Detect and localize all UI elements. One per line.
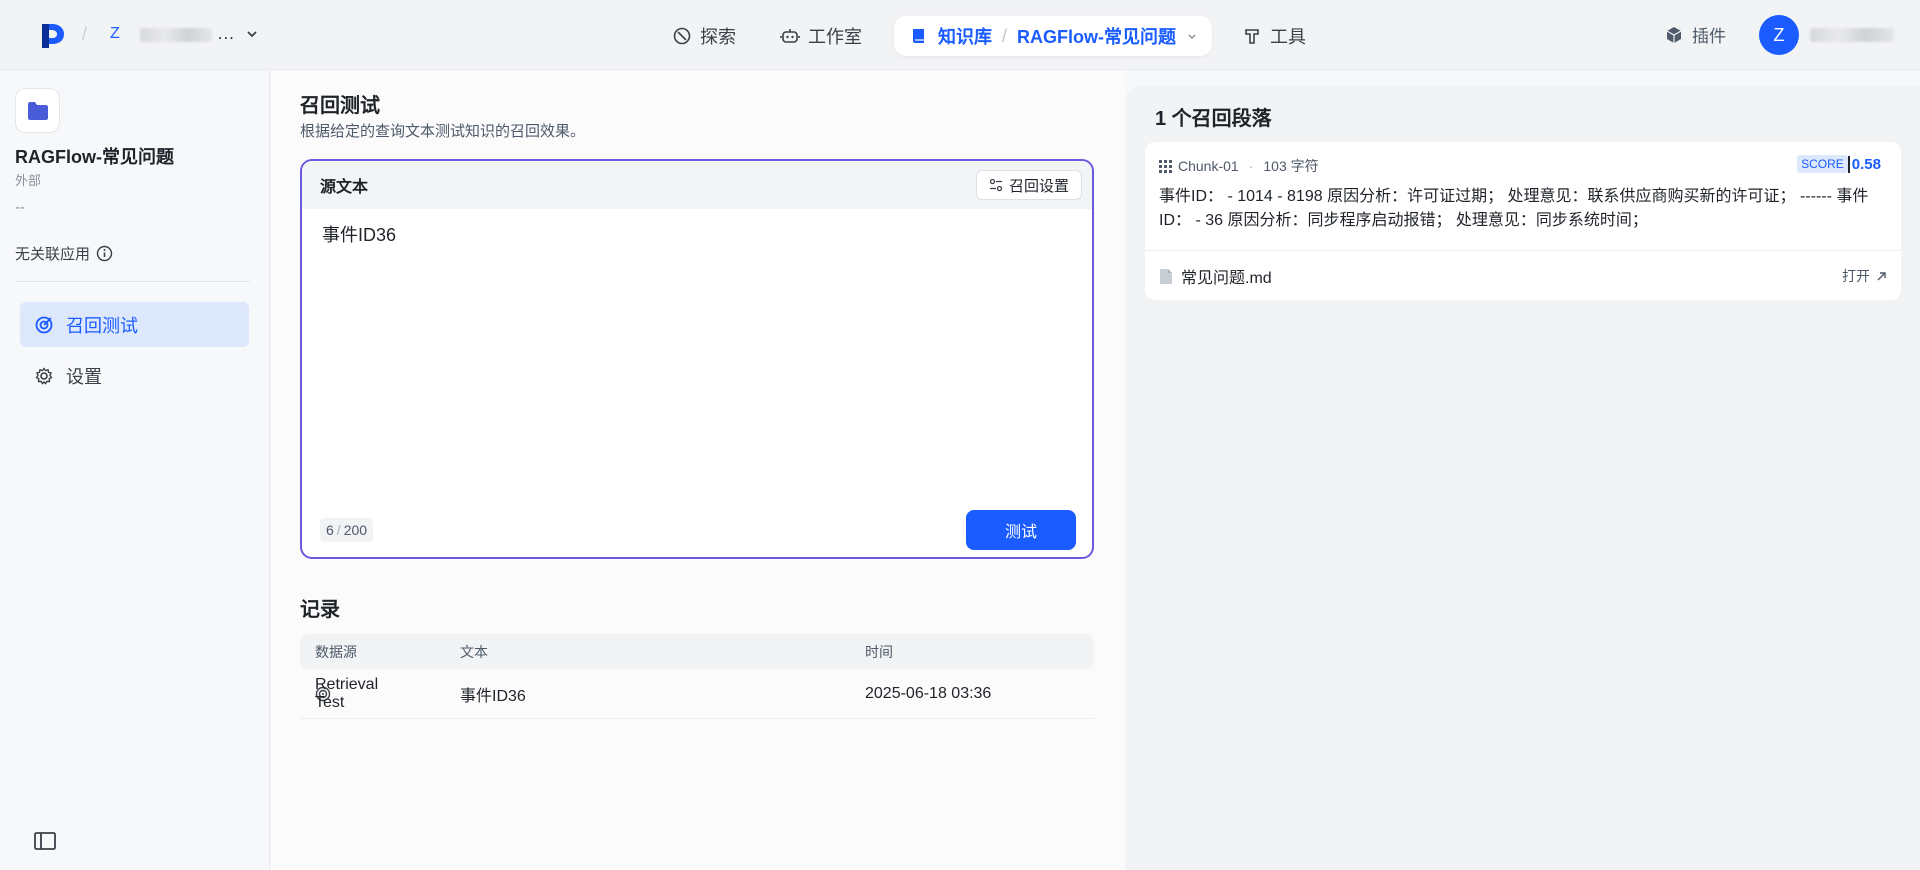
kb-linked-apps: 无关联应用 xyxy=(15,243,113,264)
gear-icon xyxy=(35,366,53,385)
chunk-file-name: 常见问题.md xyxy=(1181,270,1272,287)
app-logo-icon[interactable] xyxy=(40,22,66,50)
redacted-workspace-name xyxy=(140,27,212,42)
chevron-down-icon[interactable] xyxy=(244,26,260,42)
results-panel: 1 个召回段落 Chunk-01 · 103 字符 SCORE 0.58 事件I… xyxy=(1126,86,1920,870)
nav-tools-label: 工具 xyxy=(1270,27,1306,47)
workspace-switcher[interactable]: ... xyxy=(140,24,235,44)
recall-settings-button[interactable]: 召回设置 xyxy=(975,170,1082,200)
open-button[interactable]: 打开 xyxy=(1842,266,1887,286)
open-label: 打开 xyxy=(1842,268,1870,284)
nav-tools[interactable]: 工具 xyxy=(1242,16,1306,56)
explore-icon xyxy=(673,27,691,45)
score-label: SCORE xyxy=(1797,155,1848,173)
score-value: 0.58 xyxy=(1847,155,1881,173)
records-table: 数据源 文本 时间 Retrieval Test 事件ID36 2025-06-… xyxy=(300,634,1094,719)
arrow-up-right-icon xyxy=(1877,271,1886,280)
chunk-card[interactable]: Chunk-01 · 103 字符 SCORE 0.58 事件ID： - 101… xyxy=(1145,142,1901,300)
kb-linked-apps-label: 无关联应用 xyxy=(15,246,91,263)
nav-kb-separator: / xyxy=(1002,25,1008,46)
robot-icon xyxy=(780,29,800,43)
sliders-icon xyxy=(989,178,1003,192)
tools-icon xyxy=(1245,29,1259,44)
source-text-label: 源文本 xyxy=(320,179,369,196)
record-source-label: Retrieval Test xyxy=(315,675,379,711)
workspace-initial: Z xyxy=(110,25,120,42)
chunk-divider xyxy=(1145,250,1901,251)
record-time: 2025-06-18 03:36 xyxy=(865,684,992,702)
page-title: 召回测试 xyxy=(300,95,380,117)
results-title: 1 个召回段落 xyxy=(1155,108,1272,130)
source-text-card: 源文本 召回设置 事件ID36 6 / 200 测试 xyxy=(300,159,1094,559)
chunk-footer: 常见问题.md 打开 xyxy=(1159,264,1887,288)
workspace-name-suffix: ... xyxy=(217,24,235,43)
info-icon[interactable] xyxy=(96,245,113,262)
record-text: 事件ID36 xyxy=(460,687,526,705)
source-text-header: 源文本 召回设置 xyxy=(302,161,1092,209)
main-content: 召回测试 根据给定的查询文本测试知识的召回效果。 源文本 召回设置 事件ID36… xyxy=(271,71,1125,870)
char-counter-separator: / xyxy=(336,522,341,538)
score-badge: SCORE 0.58 xyxy=(1797,155,1881,173)
plugin-button[interactable]: 插件 xyxy=(1664,22,1726,47)
nav-explore[interactable]: 探索 xyxy=(672,16,736,56)
sidebar-item-label: 召回测试 xyxy=(66,315,138,336)
kb-type: 外部 xyxy=(15,173,42,188)
nav-studio[interactable]: 工作室 xyxy=(780,16,862,56)
kb-avatar xyxy=(15,88,60,133)
records-title: 记录 xyxy=(300,599,340,621)
column-header-time: 时间 xyxy=(865,643,893,660)
char-max: 200 xyxy=(343,522,368,538)
cube-icon xyxy=(1666,26,1682,43)
column-header-source: 数据源 xyxy=(315,643,357,660)
chunk-text: 事件ID： - 1014 - 8198 原因分析：许可证过期； 处理意见：联系供… xyxy=(1159,188,1869,229)
test-button[interactable]: 测试 xyxy=(966,510,1076,550)
sidebar: RAGFlow-常见问题 外部 -- 无关联应用 召回测试 设置 xyxy=(0,71,270,870)
sidebar-item-retrieval-test[interactable]: 召回测试 xyxy=(20,302,249,347)
target-icon xyxy=(35,316,53,333)
redacted-user-name xyxy=(1810,27,1894,42)
nav-explore-label: 探索 xyxy=(700,27,736,47)
char-counter: 6 / 200 xyxy=(320,518,374,542)
avatar[interactable]: Z xyxy=(1759,15,1799,55)
chunk-id: Chunk-01 xyxy=(1178,158,1239,174)
sidebar-item-label: 设置 xyxy=(66,366,102,387)
recall-settings-label: 召回设置 xyxy=(1008,177,1069,195)
file-icon xyxy=(1160,268,1172,284)
folder-icon xyxy=(27,101,48,120)
kb-description: -- xyxy=(15,199,25,216)
user-name[interactable] xyxy=(1810,24,1894,44)
nav-studio-label: 工作室 xyxy=(808,27,862,47)
chunk-file: 常见问题.md xyxy=(1159,264,1272,288)
sidebar-collapse-icon[interactable] xyxy=(34,831,56,851)
records-table-header: 数据源 文本 时间 xyxy=(300,634,1094,669)
breadcrumb-separator: / xyxy=(82,24,88,44)
book-icon xyxy=(913,29,924,43)
sidebar-divider xyxy=(15,281,250,282)
char-count: 6 xyxy=(326,522,334,538)
table-row[interactable]: Retrieval Test 事件ID36 2025-06-18 03:36 xyxy=(300,669,1094,719)
kb-title: RAGFlow-常见问题 xyxy=(15,147,174,167)
column-header-text: 文本 xyxy=(460,643,488,660)
page-description: 根据给定的查询文本测试知识的召回效果。 xyxy=(300,123,586,140)
meta-dot: · xyxy=(1248,158,1254,174)
top-bar: / Z ... 探索 工作室 知识库 / RAGFlow-常见问题 工具 插件 … xyxy=(0,0,1920,70)
grid-dots-icon xyxy=(1159,159,1172,173)
nav-kb-label[interactable]: 知识库 xyxy=(938,23,992,49)
sidebar-item-settings[interactable]: 设置 xyxy=(20,353,249,398)
chevron-down-icon[interactable] xyxy=(1186,30,1198,42)
source-text-input[interactable]: 事件ID36 xyxy=(322,221,396,247)
record-source: Retrieval Test xyxy=(315,676,378,711)
chunk-meta: Chunk-01 · 103 字符 xyxy=(1159,156,1319,176)
nav-kb-current[interactable]: RAGFlow-常见问题 xyxy=(1017,23,1176,49)
nav-knowledge-base[interactable]: 知识库 / RAGFlow-常见问题 xyxy=(894,16,1212,56)
plugin-label: 插件 xyxy=(1692,27,1726,46)
chunk-char-count: 103 字符 xyxy=(1263,158,1319,174)
